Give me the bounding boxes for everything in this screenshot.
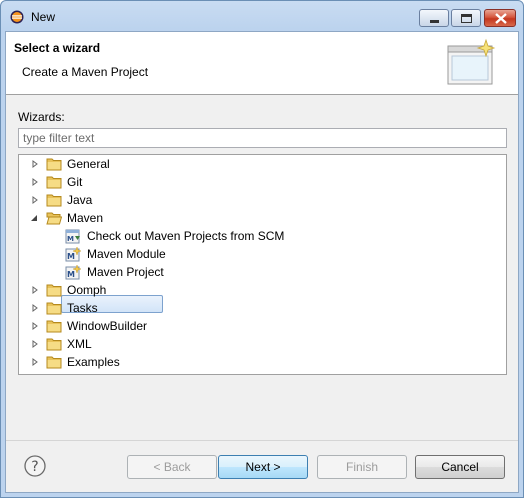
- expand-arrow-icon[interactable]: [31, 340, 39, 348]
- tree-item-windowbuilder[interactable]: WindowBuilder: [19, 317, 499, 335]
- minimize-icon: [430, 20, 439, 23]
- svg-text:M: M: [67, 252, 75, 261]
- expand-arrow-icon[interactable]: [31, 178, 39, 186]
- expand-arrow-icon[interactable]: [31, 304, 39, 312]
- maven-module-icon: M: [65, 246, 81, 262]
- tree-item-label: Examples: [67, 355, 120, 369]
- folder-icon: [46, 338, 62, 351]
- tree-item-xml[interactable]: XML: [19, 335, 499, 353]
- header-description: Create a Maven Project: [22, 65, 149, 79]
- tree-item-label: Maven Module: [87, 247, 166, 261]
- back-button[interactable]: < Back: [127, 455, 217, 479]
- folder-icon: [46, 284, 62, 297]
- tree-item-maven-project[interactable]: M Maven Project: [19, 263, 499, 281]
- tree-item-label: Java: [67, 193, 93, 207]
- tree-item-java[interactable]: Java: [19, 191, 499, 209]
- tree-item-oomph[interactable]: Oomph: [19, 281, 499, 299]
- finish-button[interactable]: Finish: [317, 455, 407, 479]
- wizard-tree[interactable]: General Git Java Maven M Check out Maven…: [18, 154, 507, 375]
- dialog-body: Select a wizard Create a Maven Project W…: [5, 31, 519, 493]
- tree-item-label: Check out Maven Projects from SCM: [87, 229, 285, 243]
- folder-open-icon: [46, 212, 62, 225]
- expand-arrow-icon[interactable]: [31, 322, 39, 330]
- tree-item-label: Tasks: [67, 301, 98, 315]
- folder-icon: [46, 356, 62, 369]
- header-title: Select a wizard: [14, 41, 101, 55]
- help-icon[interactable]: ?: [24, 455, 46, 477]
- minimize-button[interactable]: [419, 9, 449, 27]
- folder-icon: [46, 302, 62, 315]
- next-button[interactable]: Next >: [218, 455, 308, 479]
- maven-project-icon: M: [65, 264, 81, 280]
- tree-item-label: General: [67, 157, 110, 171]
- maven-checkout-icon: M: [65, 229, 80, 244]
- tree-item-maven[interactable]: Maven: [19, 209, 499, 227]
- close-window-button[interactable]: [484, 9, 516, 27]
- new-wizard-window: New Select a wizard Create a Maven Proje…: [0, 0, 524, 498]
- close-icon: [495, 13, 507, 24]
- cancel-button[interactable]: Cancel: [415, 455, 505, 479]
- wizard-banner-icon: [447, 38, 496, 85]
- filter-input[interactable]: [18, 128, 507, 148]
- folder-icon: [46, 158, 62, 171]
- tree-item-checkout-maven-scm[interactable]: M Check out Maven Projects from SCM: [19, 227, 499, 245]
- expand-arrow-icon[interactable]: [31, 160, 39, 168]
- tree-item-label: XML: [67, 337, 92, 351]
- maximize-icon: [461, 14, 472, 23]
- svg-text:?: ?: [31, 459, 38, 475]
- folder-icon: [46, 176, 62, 189]
- tree-item-label: Maven Project: [87, 265, 164, 279]
- title-bar[interactable]: New: [1, 1, 523, 31]
- tree-item-tasks[interactable]: Tasks: [19, 299, 499, 317]
- footer-separator: [6, 440, 518, 441]
- tree-item-examples[interactable]: Examples: [19, 353, 499, 371]
- tree-item-label: WindowBuilder: [67, 319, 148, 333]
- expand-arrow-icon[interactable]: [31, 358, 39, 366]
- wizards-label: Wizards:: [18, 110, 65, 124]
- tree-item-label: Oomph: [67, 283, 107, 297]
- maximize-button[interactable]: [451, 9, 481, 27]
- tree-item-general[interactable]: General: [19, 155, 499, 173]
- wizard-header: Select a wizard Create a Maven Project: [6, 32, 518, 95]
- eclipse-icon: [10, 10, 24, 24]
- expand-arrow-icon[interactable]: [31, 196, 39, 204]
- expand-arrow-icon[interactable]: [31, 286, 39, 294]
- svg-text:M: M: [67, 235, 74, 243]
- window-title: New: [31, 10, 56, 24]
- folder-icon: [46, 194, 62, 207]
- tree-item-git[interactable]: Git: [19, 173, 499, 191]
- tree-item-label: Maven: [67, 211, 104, 225]
- collapse-arrow-icon[interactable]: [30, 214, 38, 222]
- svg-text:M: M: [67, 270, 75, 279]
- tree-item-maven-module[interactable]: M Maven Module: [19, 245, 499, 263]
- tree-item-label: Git: [67, 175, 83, 189]
- folder-icon: [46, 320, 62, 333]
